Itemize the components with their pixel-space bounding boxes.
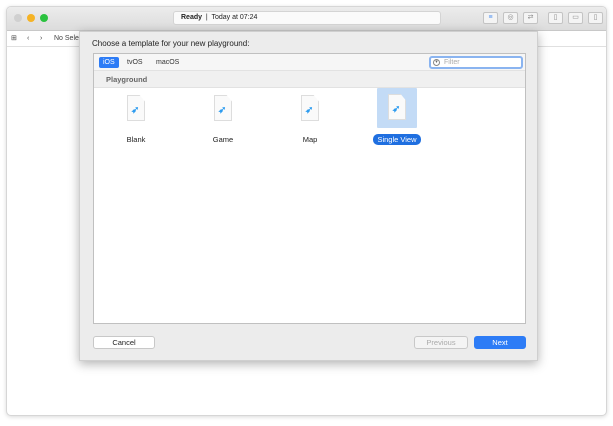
template-chooser: iOS tvOS macOS ▾ Filter Playground ➶ Blank… bbox=[93, 53, 526, 324]
title-bar: Ready | Today at 07:24 ≡ ◎ ⇄ ▯ ▭ ▯ bbox=[7, 7, 606, 31]
debug-toggle-icon[interactable]: ▭ bbox=[568, 12, 583, 24]
swift-file-icon: ➶ bbox=[214, 95, 232, 121]
tab-ios[interactable]: iOS bbox=[99, 57, 119, 68]
inspector-toggle-icon[interactable]: ▯ bbox=[588, 12, 603, 24]
template-label: Blank bbox=[126, 135, 146, 144]
editor-assistant-icon[interactable]: ◎ bbox=[503, 12, 518, 24]
minimize-button[interactable] bbox=[27, 14, 35, 22]
filter-input[interactable]: ▾ Filter bbox=[429, 56, 523, 69]
cancel-button[interactable]: Cancel bbox=[93, 336, 155, 349]
filter-placeholder: Filter bbox=[444, 59, 460, 66]
editor-version-icon[interactable]: ⇄ bbox=[523, 12, 538, 24]
section-header-playground: Playground bbox=[94, 71, 525, 88]
template-map[interactable]: ➶ Map bbox=[275, 92, 345, 145]
sheet-title: Choose a template for your new playgroun… bbox=[92, 39, 250, 48]
forward-icon[interactable]: › bbox=[40, 31, 42, 47]
template-label: Game bbox=[212, 135, 234, 144]
next-button[interactable]: Next bbox=[474, 336, 526, 349]
swift-file-icon: ➶ bbox=[127, 95, 145, 121]
tab-macos[interactable]: macOS bbox=[152, 57, 183, 68]
tab-tvos[interactable]: tvOS bbox=[123, 57, 147, 68]
grid-icon[interactable]: ⊞ bbox=[11, 31, 17, 47]
activity-status: Ready | Today at 07:24 bbox=[173, 11, 441, 25]
xcode-window: Ready | Today at 07:24 ≡ ◎ ⇄ ▯ ▭ ▯ ⊞ ‹ ›… bbox=[6, 6, 607, 416]
status-ready: Ready bbox=[181, 14, 203, 21]
template-label: Single View bbox=[373, 134, 421, 145]
swift-file-icon: ➶ bbox=[301, 95, 319, 121]
template-label: Map bbox=[302, 135, 318, 144]
platform-tabs: iOS tvOS macOS ▾ Filter bbox=[94, 54, 525, 71]
filter-icon: ▾ bbox=[433, 59, 440, 66]
zoom-button[interactable] bbox=[40, 14, 48, 22]
template-blank[interactable]: ➶ Blank bbox=[101, 92, 171, 145]
template-single-view[interactable]: ➶ Single View bbox=[362, 88, 432, 145]
template-sheet: Choose a template for your new playgroun… bbox=[79, 31, 538, 361]
editor-standard-icon[interactable]: ≡ bbox=[483, 12, 498, 24]
no-selection-label: No Sele bbox=[54, 35, 79, 42]
status-time: Today at 07:24 bbox=[211, 14, 258, 21]
navigator-toggle-icon[interactable]: ▯ bbox=[548, 12, 563, 24]
swift-file-icon: ➶ bbox=[388, 94, 406, 120]
back-icon[interactable]: ‹ bbox=[27, 31, 29, 47]
previous-button[interactable]: Previous bbox=[414, 336, 468, 349]
template-game[interactable]: ➶ Game bbox=[188, 92, 258, 145]
close-button[interactable] bbox=[14, 14, 22, 22]
